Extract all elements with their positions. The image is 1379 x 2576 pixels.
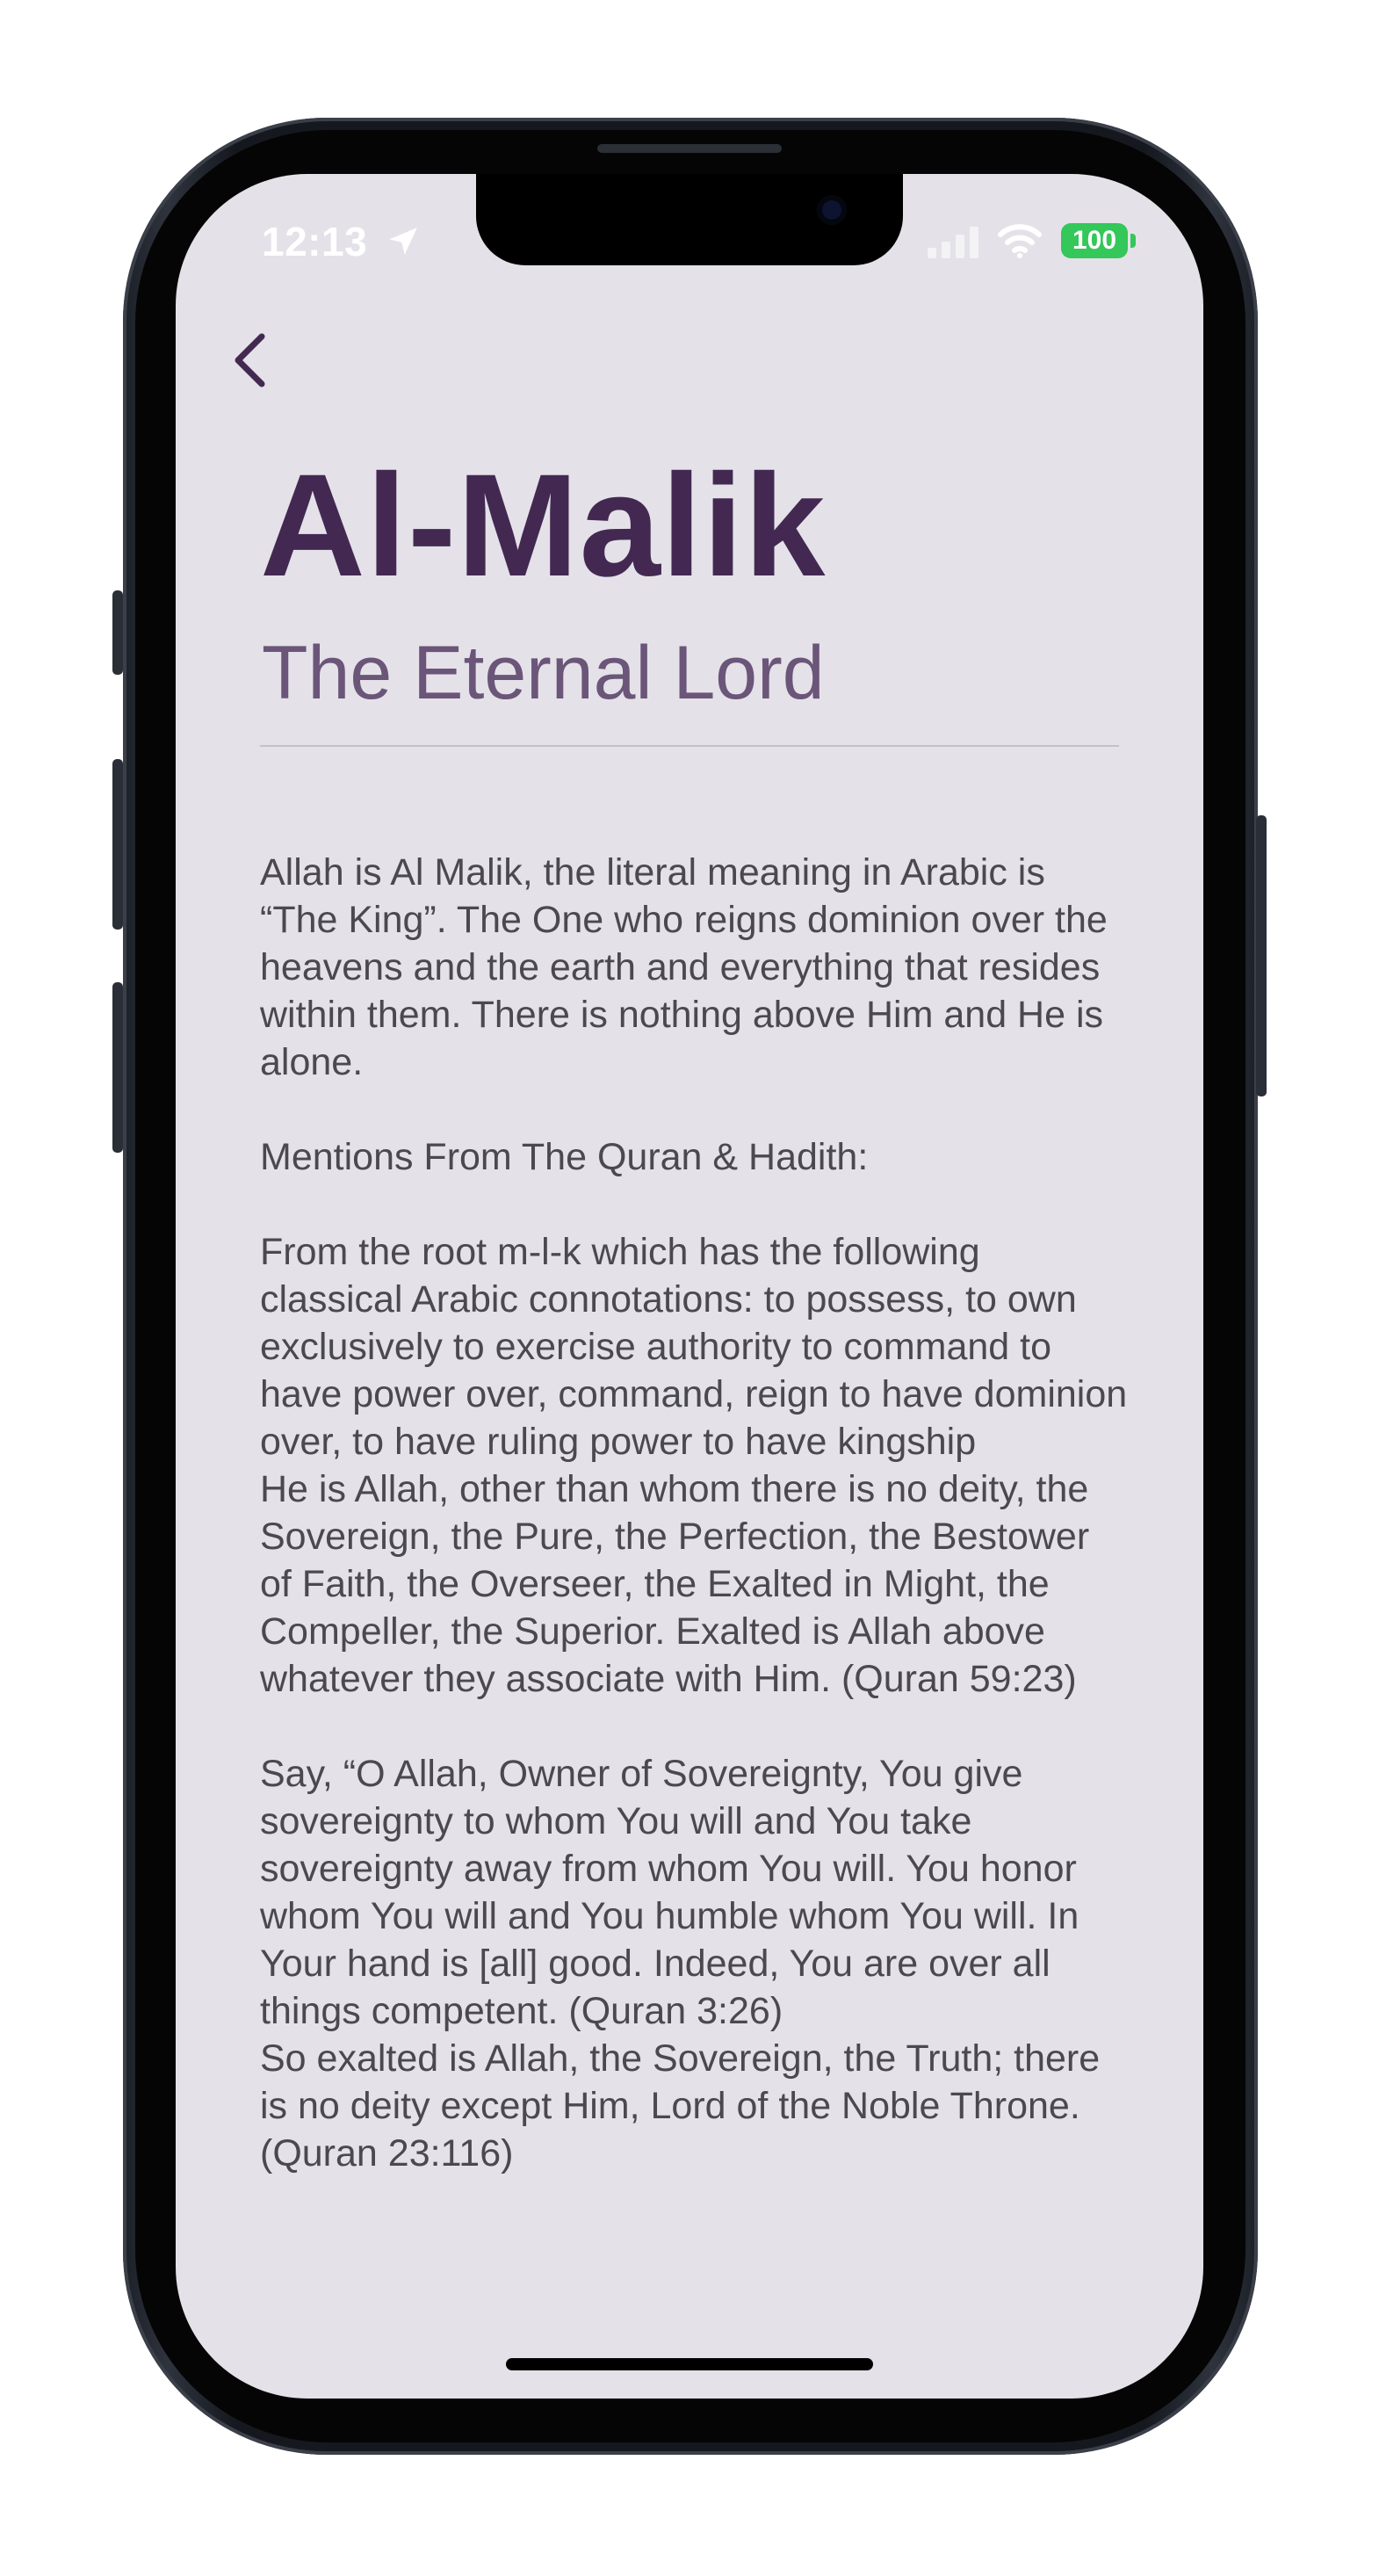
status-time: 12:13 xyxy=(262,219,368,264)
battery-tip xyxy=(1130,234,1136,248)
mentions-heading: Mentions From The Quran & Hadith: xyxy=(260,1136,869,1178)
quran-verses-paragraph: Say, “O Allah, Owner of Sovereignty, You… xyxy=(260,1753,1101,2174)
wifi-icon xyxy=(998,224,1042,258)
page: 12:13 100 Al-Malik The Eternal Lord Alla… xyxy=(0,0,1379,2576)
cellular-signal-icon xyxy=(928,227,978,258)
page-subtitle: The Eternal Lord xyxy=(262,631,825,715)
root-paragraph: From the root m-l-k which has the follow… xyxy=(260,1231,1128,1700)
chevron-left-icon xyxy=(235,333,265,387)
header-divider xyxy=(260,745,1119,747)
notch xyxy=(476,174,903,265)
home-indicator[interactable] xyxy=(506,2358,873,2370)
mute-switch xyxy=(112,590,123,675)
meaning-paragraph: Allah is Al Malik, the literal meaning i… xyxy=(260,851,1108,1083)
battery-icon: 100 xyxy=(1061,223,1128,258)
page-title: Al-Malik xyxy=(260,445,827,607)
volume-up-button xyxy=(112,759,123,930)
camera-icon xyxy=(817,195,847,225)
power-button xyxy=(1256,815,1267,1096)
screen: 12:13 100 Al-Malik The Eternal Lord Alla… xyxy=(176,174,1203,2399)
description-text: Allah is Al Malik, the literal meaning i… xyxy=(260,849,1130,2177)
speaker-grill xyxy=(597,144,782,153)
back-button[interactable] xyxy=(214,325,285,395)
location-arrow-icon xyxy=(389,228,417,255)
battery-level: 100 xyxy=(1072,226,1117,255)
volume-down-button xyxy=(112,982,123,1153)
